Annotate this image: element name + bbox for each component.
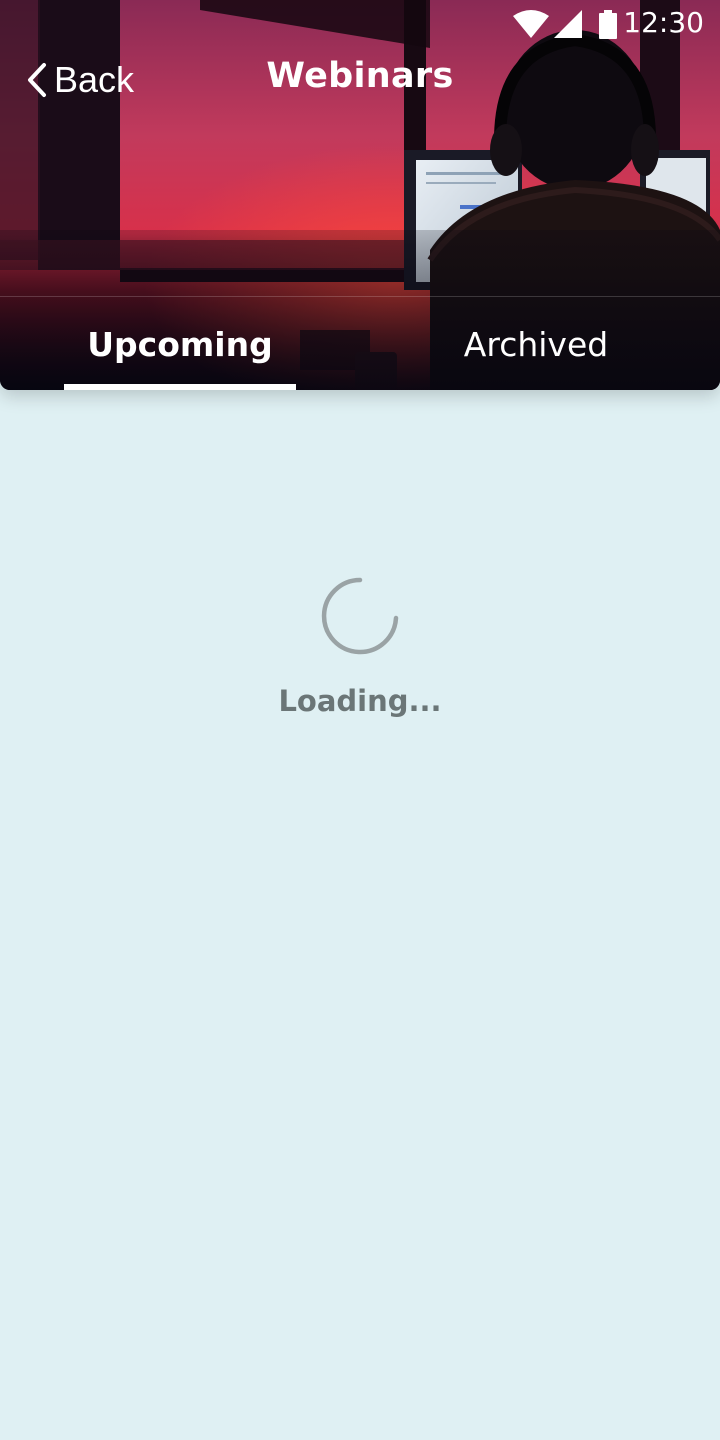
webinars-screen: 12:30 Back Webinars Upcoming Archived Lo… [0, 0, 720, 1440]
chevron-left-icon [28, 63, 46, 97]
loading-text: Loading... [278, 684, 442, 718]
wifi-icon [513, 10, 549, 38]
tab-archived-label: Archived [463, 324, 609, 364]
cellular-signal-icon [554, 10, 582, 38]
loading-spinner-icon [321, 577, 399, 655]
status-bar: 12:30 [0, 0, 720, 48]
tab-divider [0, 296, 720, 297]
tab-upcoming-label: Upcoming [87, 324, 273, 364]
back-label: Back [54, 59, 135, 100]
back-button[interactable]: Back [24, 58, 134, 102]
status-time: 12:30 [623, 6, 704, 39]
header: 12:30 Back Webinars Upcoming Archived [0, 0, 720, 390]
battery-icon [599, 10, 617, 39]
tab-archived[interactable]: Archived [356, 298, 716, 390]
tab-upcoming[interactable]: Upcoming [0, 298, 360, 390]
active-tab-indicator [64, 384, 296, 390]
